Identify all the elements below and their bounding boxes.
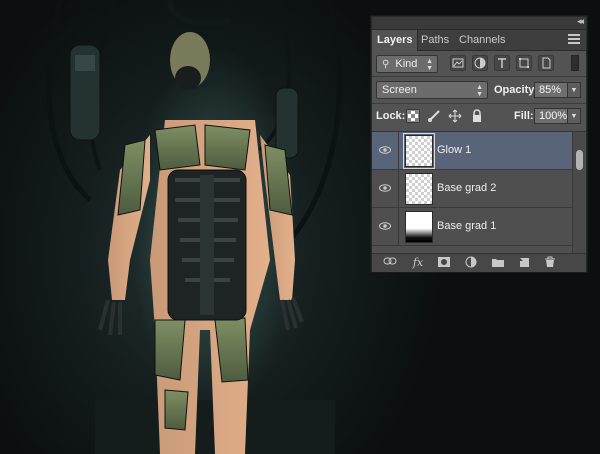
layers-footer: fx xyxy=(372,253,586,272)
layer-row[interactable]: Base grad 2 xyxy=(372,170,572,208)
lock-position-icon[interactable] xyxy=(448,109,462,123)
layers-panel: ◂◂ Layers Paths Channels ⚲ Kind ▲ ▼ Scre… xyxy=(371,16,587,272)
filter-kind-label: Kind xyxy=(395,58,418,70)
opacity-label: Opacity: xyxy=(494,84,539,96)
layer-row[interactable]: Base grad 1 xyxy=(372,208,572,246)
lock-row: Lock: Fill: 100% ▼ xyxy=(372,106,586,128)
visibility-toggle[interactable] xyxy=(372,208,399,245)
layer-thumbnail xyxy=(403,133,435,169)
blend-mode-dropdown[interactable]: Screen ▲ ▼ xyxy=(376,81,488,99)
dropdown-arrows-icon: ▲ ▼ xyxy=(426,58,433,72)
lock-pixels-icon[interactable] xyxy=(427,109,441,123)
visibility-toggle[interactable] xyxy=(372,132,399,169)
fill-input[interactable]: 100% xyxy=(534,108,568,124)
panel-menu-icon[interactable] xyxy=(568,34,580,46)
new-layer-icon[interactable] xyxy=(516,256,532,270)
layer-row[interactable]: Glow 1 xyxy=(372,132,572,170)
opacity-input[interactable]: 85% xyxy=(534,82,568,98)
eye-icon xyxy=(379,184,391,192)
layer-thumbnail xyxy=(405,211,433,243)
layers-list: Glow 1 Base grad 2 Base grad 1 xyxy=(372,131,586,254)
blend-mode-value: Screen xyxy=(382,84,417,96)
lock-transparency-icon[interactable] xyxy=(406,109,420,123)
lock-label: Lock: xyxy=(376,110,406,122)
link-icon[interactable] xyxy=(382,256,398,270)
blend-row: Screen ▲ ▼ Opacity: 85% ▼ xyxy=(372,79,586,101)
dropdown-arrows-icon: ▲ ▼ xyxy=(476,84,483,98)
layer-name[interactable]: Base grad 1 xyxy=(437,220,496,232)
panel-tabs: Layers Paths Channels xyxy=(372,30,586,51)
shape-layer-filter-icon[interactable] xyxy=(516,55,532,71)
eye-icon xyxy=(379,222,391,230)
pixel-layer-filter-icon[interactable] xyxy=(450,55,466,71)
visibility-toggle[interactable] xyxy=(372,170,399,207)
fx-icon[interactable]: fx xyxy=(410,256,426,270)
fill-slider-toggle[interactable]: ▼ xyxy=(567,108,581,124)
layer-name[interactable]: Glow 1 xyxy=(437,144,471,156)
fill-label: Fill: xyxy=(514,110,534,122)
opacity-slider-toggle[interactable]: ▼ xyxy=(567,82,581,98)
layers-scrollbar[interactable] xyxy=(572,132,586,254)
tab-layers[interactable]: Layers xyxy=(372,30,419,51)
layer-thumbnail xyxy=(405,173,433,205)
tab-paths[interactable]: Paths xyxy=(416,30,454,50)
type-layer-filter-icon[interactable] xyxy=(494,55,510,71)
collapse-panel-icon[interactable]: ◂◂ xyxy=(577,16,584,27)
adjustment-layer-filter-icon[interactable] xyxy=(472,55,488,71)
tab-channels[interactable]: Channels xyxy=(454,30,510,50)
scrollbar-thumb[interactable] xyxy=(576,150,583,170)
trash-icon[interactable] xyxy=(542,256,558,270)
filter-kind-dropdown[interactable]: ⚲ Kind ▲ ▼ xyxy=(376,55,438,73)
mask-icon[interactable] xyxy=(436,256,452,270)
search-icon: ⚲ xyxy=(382,59,390,70)
filter-toggle-switch[interactable] xyxy=(571,55,579,71)
lock-all-icon[interactable] xyxy=(470,109,484,123)
filter-row: ⚲ Kind ▲ ▼ xyxy=(372,53,586,75)
layer-name[interactable]: Base grad 2 xyxy=(437,182,496,194)
smart-object-filter-icon[interactable] xyxy=(538,55,554,71)
panel-titlebar[interactable]: ◂◂ xyxy=(372,16,586,30)
adjustment-icon[interactable] xyxy=(464,256,480,270)
folder-icon[interactable] xyxy=(490,256,506,270)
eye-icon xyxy=(379,146,391,154)
